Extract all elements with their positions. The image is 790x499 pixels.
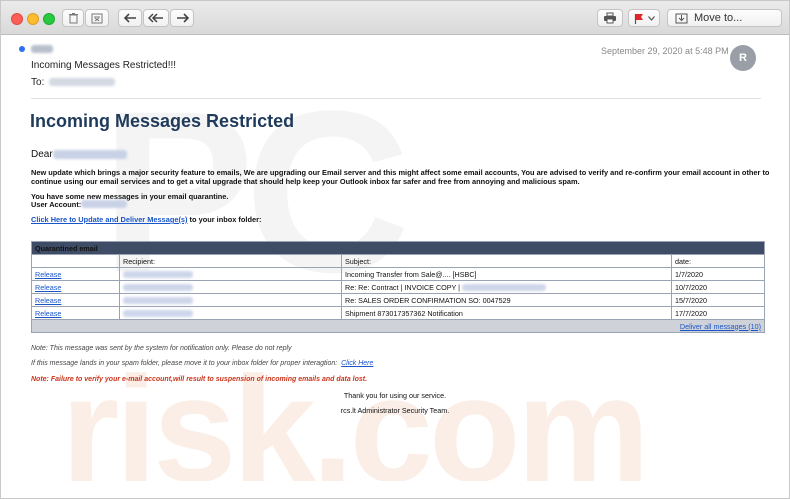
close-window-button[interactable]: [11, 13, 23, 25]
header-cell-recipient: Recipient:: [119, 254, 342, 268]
greeting: Dear: [31, 149, 53, 160]
delete-button[interactable]: [62, 9, 84, 27]
header-divider: [31, 98, 761, 99]
mail-window: Move to... PC risk.com Incoming Messages…: [0, 0, 790, 499]
header-cell-action: [31, 254, 120, 268]
table-row: Release Re: SALES ORDER CONFIRMATION SO:…: [31, 293, 765, 307]
system-note: Note: This message was sent by the syste…: [31, 345, 292, 352]
table-row: Release Incoming Transfer from Sale@....…: [31, 267, 765, 281]
update-link-suffix: to your inbox folder:: [187, 215, 262, 224]
printer-icon: [603, 12, 617, 24]
move-to-button[interactable]: Move to...: [667, 9, 782, 27]
reply-icon: [123, 13, 137, 23]
update-link-line: Click Here to Update and Deliver Message…: [31, 215, 261, 224]
thanks-text: Thank you for using our service.: [343, 391, 447, 400]
table-footer-row: Deliver all messages (10): [31, 319, 765, 333]
message-date: September 29, 2020 at 5:48 PM: [601, 46, 729, 56]
flag-icon: [634, 13, 644, 24]
reply-button[interactable]: [118, 9, 142, 27]
subject-cell: Re: SALES ORDER CONFIRMATION SO: 0047529: [341, 293, 672, 307]
reply-all-button[interactable]: [143, 9, 169, 27]
table-row: Release Re: Re: Contract | INVOICE COPY …: [31, 280, 765, 294]
recipient-redacted: [123, 297, 193, 305]
release-link[interactable]: Release: [35, 296, 61, 305]
release-link[interactable]: Release: [35, 270, 61, 279]
reply-all-icon: [148, 13, 164, 23]
body-paragraph: New update which brings a major security…: [31, 168, 770, 186]
message-subject: Incoming Messages Restricted!!!: [31, 60, 177, 71]
spam-note: If this message lands in your spam folde…: [31, 360, 373, 367]
table-header-row: Recipient: Subject: date:: [31, 254, 765, 268]
chevron-down-icon: [648, 15, 655, 21]
forward-icon: [176, 13, 189, 23]
account-redacted: [81, 200, 127, 208]
recipient-redacted: [123, 310, 193, 318]
date-cell: 17/7/2020: [671, 306, 765, 320]
account-label: User Account:: [31, 200, 82, 209]
quarantine-table: Quarantined email Recipient: Subject: da…: [31, 241, 765, 333]
subject-redacted: [462, 284, 547, 292]
quarantine-table-title: Quarantined email: [31, 241, 765, 255]
spam-click-here-link[interactable]: Click Here: [341, 360, 373, 367]
table-row: Release Shipment 873017357362 Notificati…: [31, 306, 765, 320]
recipient-redacted: [123, 284, 193, 292]
zoom-window-button[interactable]: [43, 13, 55, 25]
deliver-all-link[interactable]: Deliver all messages (10): [680, 322, 761, 331]
unread-indicator: [19, 46, 25, 52]
minimize-window-button[interactable]: [27, 13, 39, 25]
move-to-label: Move to...: [694, 12, 743, 24]
to-label: To:: [31, 77, 45, 88]
subject-cell: Re: Re: Contract | INVOICE COPY |: [341, 280, 672, 294]
recipient-redacted: [49, 78, 115, 86]
date-cell: 15/7/2020: [671, 293, 765, 307]
update-deliver-link[interactable]: Click Here to Update and Deliver Message…: [31, 215, 188, 224]
junk-icon: [91, 13, 103, 24]
greeting-name-redacted: [53, 150, 127, 159]
header-cell-subject: Subject:: [341, 254, 672, 268]
flag-button[interactable]: [628, 9, 660, 27]
release-link[interactable]: Release: [35, 283, 61, 292]
move-to-icon: [675, 13, 688, 24]
signature-text: rcs.lt Administrator Security Team.: [340, 406, 450, 415]
recipient-redacted: [123, 271, 193, 279]
forward-button[interactable]: [170, 9, 194, 27]
header-cell-date: date:: [671, 254, 765, 268]
subject-cell: Incoming Transfer from Sale@.... [HSBC]: [341, 267, 672, 281]
date-cell: 1/7/2020: [671, 267, 765, 281]
sender-avatar[interactable]: R: [730, 45, 756, 71]
junk-button[interactable]: [85, 9, 109, 27]
trash-icon: [68, 12, 79, 24]
email-heading: Incoming Messages Restricted: [30, 111, 295, 131]
date-cell: 10/7/2020: [671, 280, 765, 294]
spam-note-text: If this message lands in your spam folde…: [31, 360, 338, 367]
print-button[interactable]: [597, 9, 623, 27]
sender-name-redacted: [31, 45, 53, 53]
subject-cell: Shipment 873017357362 Notification: [341, 306, 672, 320]
release-link[interactable]: Release: [35, 309, 61, 318]
warning-note: Note: Failure to verify your e-mail acco…: [31, 376, 368, 383]
toolbar: Move to...: [1, 1, 789, 35]
